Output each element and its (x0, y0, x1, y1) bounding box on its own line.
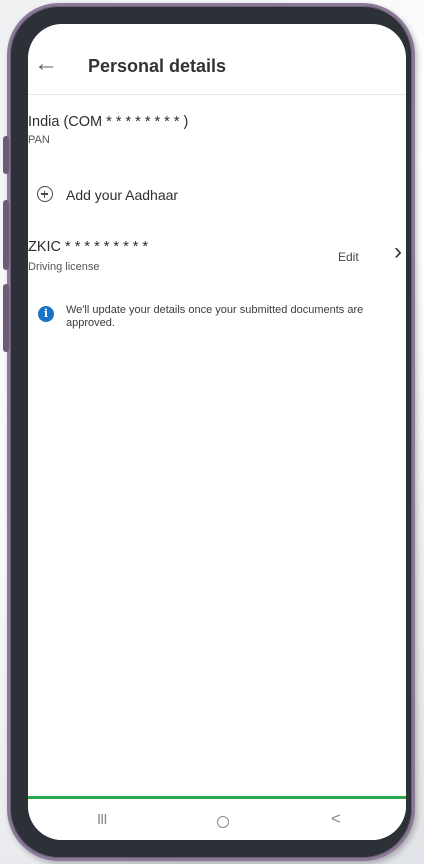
page-title: Personal details (88, 56, 227, 76)
driving-license-type-label: Driving license (28, 261, 100, 273)
info-notice-text: We'll update your details once your subm… (66, 304, 364, 329)
nav-back-button[interactable]: < (331, 809, 341, 829)
power-button (3, 284, 9, 352)
home-circle-icon[interactable] (217, 816, 229, 828)
pan-number: India (COM * * * * * * * * ) (28, 114, 189, 130)
arrow-left-icon[interactable]: ← (34, 52, 58, 76)
info-icon: i (38, 306, 54, 322)
edit-button[interactable]: Edit (338, 250, 359, 264)
volume-down-button (3, 200, 9, 270)
add-aadhaar-label: Add your Aadhaar (66, 187, 179, 203)
plus-circle-icon (37, 186, 53, 202)
volume-up-button (3, 136, 9, 174)
phone-screen: ← Personal details India (COM * * * * * … (28, 24, 406, 840)
top-app-bar: ← Personal details (28, 24, 406, 95)
pan-type-label: PAN (28, 134, 50, 146)
recent-apps-button[interactable]: III (97, 811, 107, 828)
chevron-right-icon[interactable]: › (394, 240, 402, 264)
driving-license-number: ZKIC * * * * * * * * * (28, 239, 149, 255)
